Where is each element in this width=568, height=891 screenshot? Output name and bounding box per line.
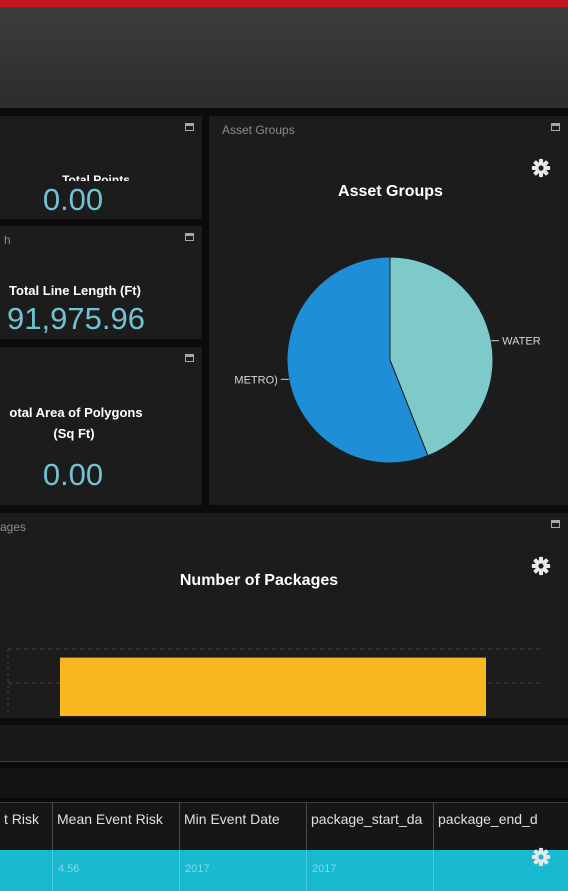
total-points-label: Total Points: [62, 173, 130, 181]
column-header-mean-event-risk[interactable]: Mean Event Risk: [53, 803, 180, 851]
maximize-icon[interactable]: [185, 354, 194, 362]
total-line-length-label: Total Line Length (Ft): [9, 283, 141, 298]
total-area-label-line2: (Sq Ft): [53, 426, 95, 441]
total-line-length-value: 91,975.96: [7, 301, 145, 336]
packages-chart-title: Number of Packages: [179, 572, 339, 589]
panel-title: h: [4, 233, 11, 247]
total-points-panel: Total Points 0.00: [0, 116, 202, 219]
total-area-value: 0.00: [42, 457, 104, 492]
gear-icon[interactable]: [530, 846, 552, 868]
asset-groups-pie-chart: WATER METRO): [234, 256, 541, 464]
panel-title: ages: [0, 520, 27, 534]
pie-label: METRO): [234, 374, 277, 386]
table-header: t Risk Mean Event Risk Min Event Date pa…: [0, 802, 568, 851]
cell-event-risk: [0, 850, 53, 891]
panel-title: Asset Groups: [222, 123, 295, 137]
total-points-value: 0.00: [42, 182, 104, 217]
column-header-event-risk[interactable]: t Risk: [0, 803, 53, 851]
table-row[interactable]: 4.56 2017 2017: [0, 847, 568, 891]
toolbar-strip-lower: [0, 768, 568, 798]
gear-icon[interactable]: [530, 157, 552, 179]
pie-label: WATER: [502, 336, 541, 348]
total-area-label-line1: otal Area of Polygons: [9, 405, 143, 420]
maximize-icon[interactable]: [551, 520, 560, 528]
packages-panel: ages Number of Packages: [0, 513, 568, 718]
top-accent-bar: [0, 0, 568, 7]
maximize-icon[interactable]: [551, 123, 560, 131]
asset-groups-panel: Asset Groups Asset Groups WATER METRO): [209, 116, 568, 505]
column-header-min-event-date[interactable]: Min Event Date: [180, 803, 307, 851]
cell-min-event-date: 2017: [180, 850, 307, 891]
bar-number-of-packages[interactable]: [60, 657, 486, 716]
app-header: [0, 7, 568, 108]
column-header-package-end-date[interactable]: package_end_d: [434, 803, 568, 851]
maximize-icon[interactable]: [185, 233, 194, 241]
total-line-length-panel: h Total Line Length (Ft) 91,975.96: [0, 226, 202, 339]
maximize-icon[interactable]: [185, 123, 194, 131]
cell-package-start-date: 2017: [307, 850, 434, 891]
total-area-panel: otal Area of Polygons (Sq Ft) 0.00: [0, 347, 202, 505]
column-header-package-start-date[interactable]: package_start_da: [307, 803, 434, 851]
packages-bar-chart: [7, 648, 540, 716]
toolbar-strip: [0, 725, 568, 762]
cell-mean-event-risk: 4.56: [53, 850, 180, 891]
